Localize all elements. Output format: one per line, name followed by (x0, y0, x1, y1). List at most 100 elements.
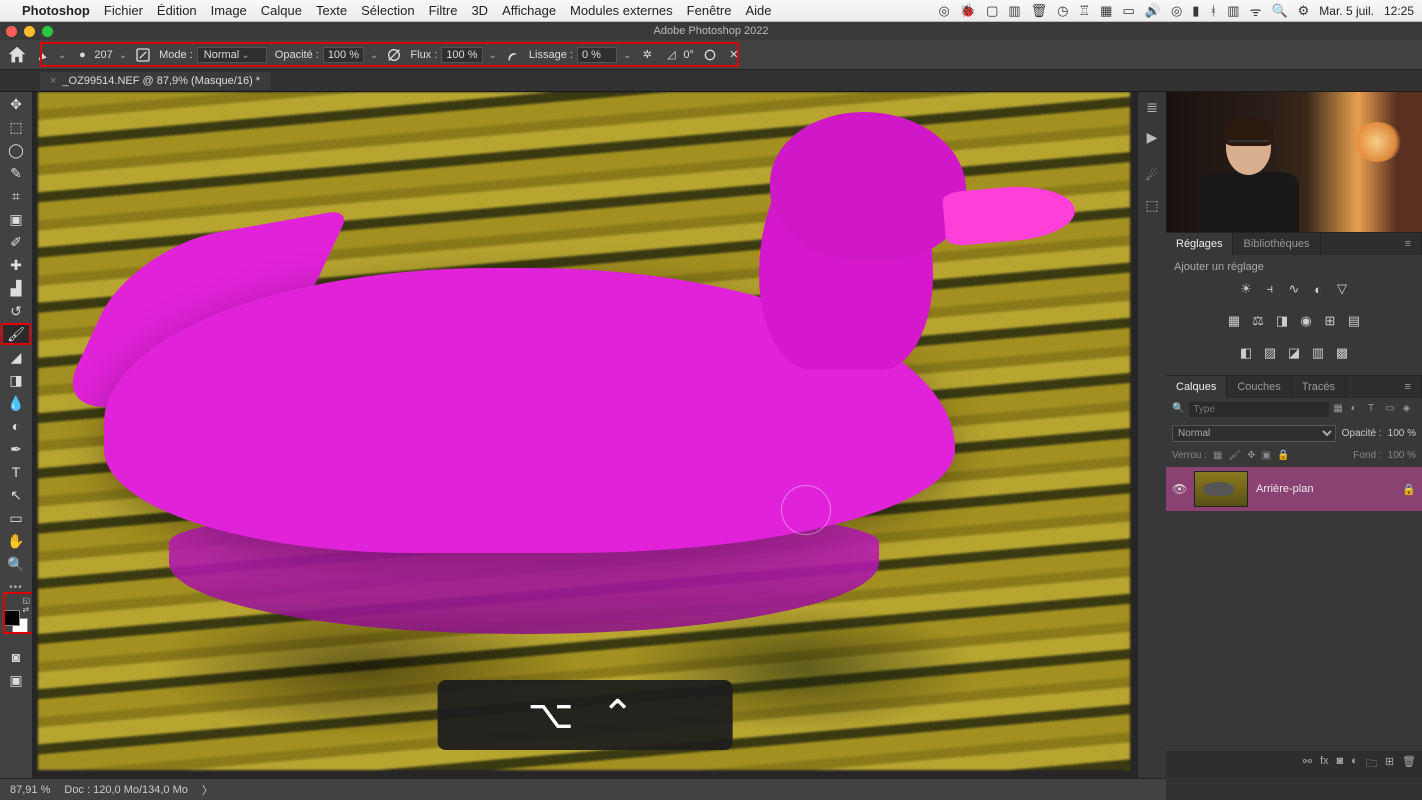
lasso-tool[interactable]: ◯ (3, 140, 29, 160)
home-button[interactable] (6, 44, 28, 66)
doc-info-dropdown[interactable]: 〉 (202, 782, 213, 798)
link-layers-icon[interactable]: ⚯ (1303, 755, 1312, 774)
control-center-icon[interactable]: ⚙ (1298, 3, 1310, 19)
menubar-date[interactable]: Mar. 5 juil. (1319, 4, 1374, 18)
dodge-tool[interactable]: ◐ (3, 416, 29, 436)
brush-panel-toggle-icon[interactable] (135, 47, 151, 63)
tab-couches[interactable]: Couches (1227, 376, 1291, 398)
search-icon[interactable]: 🔍 (1271, 3, 1287, 19)
delete-layer-icon[interactable]: 🗑 (1402, 755, 1416, 774)
trash-status-icon[interactable]: 🗑 (1031, 3, 1048, 19)
crop-tool[interactable]: ⌗ (3, 186, 29, 206)
opacity-input[interactable]: 100 % (323, 47, 364, 63)
adj-brightness-icon[interactable]: ☀ (1238, 281, 1254, 297)
volume-icon[interactable]: 🔊 (1145, 3, 1161, 19)
sync-icon[interactable]: ◎ (1171, 3, 1182, 19)
layer-visibility-icon[interactable]: 👁 (1172, 482, 1186, 496)
hand-tool[interactable]: ✋ (3, 531, 29, 551)
cc-icon[interactable]: ◎ (939, 3, 950, 19)
adj-gradient-icon[interactable]: ▥ (1310, 345, 1326, 361)
default-colors-icon[interactable]: ◱ (22, 596, 30, 605)
size-pressure-icon[interactable] (702, 47, 718, 63)
menu-3d[interactable]: 3D (471, 3, 488, 18)
clock-status-icon[interactable]: ◷ (1057, 3, 1068, 19)
menu-file[interactable]: Fichier (104, 3, 143, 18)
battery-icon[interactable]: ▥ (1227, 3, 1239, 19)
airbrush-icon[interactable] (505, 47, 521, 63)
tool-preset-icon[interactable] (36, 47, 52, 63)
menu-edit[interactable]: Édition (157, 3, 197, 18)
display-icon[interactable]: ▭ (1122, 3, 1134, 19)
selection-tool[interactable]: ✎ (3, 163, 29, 183)
adj-balance-icon[interactable]: ⚖ (1250, 313, 1266, 329)
gradient-tool[interactable]: ◨ (3, 370, 29, 390)
edit-toolbar[interactable]: ••• (3, 577, 29, 597)
adj-mixer-icon[interactable]: ⊞ (1322, 313, 1338, 329)
lock-pixels-icon[interactable]: 🖌 (1228, 450, 1241, 461)
menu-view[interactable]: Affichage (502, 3, 556, 18)
adj-posterize-icon[interactable]: ▨ (1262, 345, 1278, 361)
layer-fx-icon[interactable]: fx (1320, 755, 1329, 774)
wifi-icon[interactable]: ᯤ (1250, 2, 1262, 20)
adj-curves-icon[interactable]: ∿ (1286, 281, 1302, 297)
adj-invert-icon[interactable]: ◧ (1238, 345, 1254, 361)
tower-icon[interactable]: ♖ (1079, 3, 1091, 19)
marquee-tool[interactable]: ⬚ (3, 117, 29, 137)
adj-levels-icon[interactable]: ⫞ (1262, 281, 1278, 297)
adj-selective-icon[interactable]: ▩ (1334, 345, 1350, 361)
fill-value[interactable]: 100 % (1388, 450, 1416, 461)
menubar-time[interactable]: 12:25 (1384, 4, 1414, 18)
app-menu[interactable]: Photoshop (22, 3, 90, 18)
tab-reglages[interactable]: Réglages (1166, 233, 1233, 255)
layer-row-background[interactable]: 👁 Arrière-plan 🔒 (1166, 467, 1422, 511)
adj-bw-icon[interactable]: ◨ (1274, 313, 1290, 329)
window-minimize-button[interactable] (24, 26, 35, 37)
path-tool[interactable]: ↖ (3, 485, 29, 505)
layer-filter-input[interactable] (1189, 402, 1329, 417)
flag-icon[interactable]: ▮ (1192, 3, 1199, 19)
smoothing-dropdown[interactable] (621, 49, 631, 61)
opacity-pressure-icon[interactable] (386, 47, 402, 63)
history-panel-icon[interactable]: ≣ (1143, 98, 1161, 116)
window-close-button[interactable] (6, 26, 17, 37)
ladybug-icon[interactable]: 🐞 (960, 3, 976, 19)
panel-menu-icon[interactable]: ≡ (1395, 233, 1422, 255)
history-brush-tool[interactable]: ↺ (3, 301, 29, 321)
grid-icon[interactable]: ▦ (1100, 3, 1112, 19)
actions-panel-icon[interactable]: ▶ (1143, 128, 1161, 146)
brush-tool[interactable]: 🖌 (3, 324, 29, 344)
smoothing-input[interactable]: 0 % (577, 47, 617, 63)
tab-traces[interactable]: Tracés (1292, 376, 1346, 398)
brush-picker-dropdown[interactable] (117, 49, 127, 61)
flow-dropdown[interactable] (487, 49, 497, 61)
properties-panel-icon[interactable]: ⬚ (1143, 196, 1161, 214)
flow-input[interactable]: 100 % (441, 47, 482, 63)
quickmask-tool[interactable]: ◙ (3, 647, 29, 667)
filter-pixel-icon[interactable]: ▦ (1333, 403, 1346, 417)
zoom-tool[interactable]: 🔍 (3, 554, 29, 574)
bluetooth-icon[interactable]: ᚼ (1209, 3, 1217, 18)
layer-locked-icon[interactable]: 🔒 (1402, 483, 1416, 496)
opacity-dropdown[interactable] (368, 49, 378, 61)
menu-filter[interactable]: Filtre (429, 3, 458, 18)
document-tab[interactable]: × _OZ99514.NEF @ 87,9% (Masque/16) * (40, 72, 270, 90)
shape-tool[interactable]: ▭ (3, 508, 29, 528)
menu-help[interactable]: Aide (745, 3, 771, 18)
adj-vibrance-icon[interactable]: ▽ (1334, 281, 1350, 297)
menu-layer[interactable]: Calque (261, 3, 302, 18)
foreground-color-swatch[interactable] (4, 610, 20, 626)
adj-exposure-icon[interactable]: ◐ (1310, 281, 1326, 297)
layer-opacity-value[interactable]: 100 % (1388, 428, 1416, 439)
menu-text[interactable]: Texte (316, 3, 347, 18)
new-adjustment-icon[interactable]: ◐ (1351, 755, 1358, 774)
screens-icon[interactable]: ▥ (1008, 3, 1020, 19)
layer-name[interactable]: Arrière-plan (1256, 483, 1394, 495)
smoothing-options-icon[interactable]: ✲ (639, 47, 655, 63)
menu-selection[interactable]: Sélection (361, 3, 414, 18)
stamp-tool[interactable]: ▟ (3, 278, 29, 298)
menu-window[interactable]: Fenêtre (687, 3, 732, 18)
color-swatches[interactable] (4, 610, 28, 634)
tab-calques[interactable]: Calques (1166, 376, 1227, 398)
filter-type-icon[interactable]: T (1368, 403, 1381, 417)
menu-image[interactable]: Image (211, 3, 247, 18)
